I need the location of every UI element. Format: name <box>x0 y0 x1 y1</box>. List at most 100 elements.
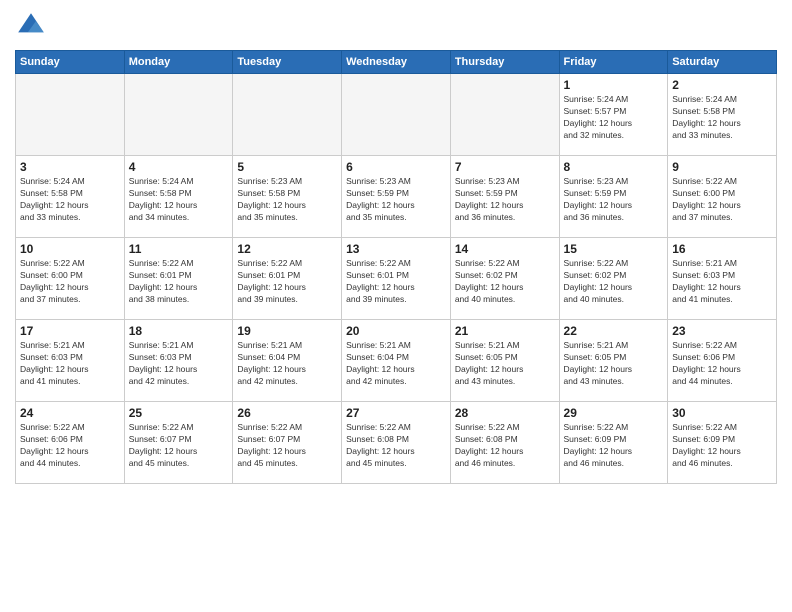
day-info: Sunrise: 5:22 AM Sunset: 6:07 PM Dayligh… <box>237 422 337 470</box>
day-number: 22 <box>564 324 664 338</box>
day-info: Sunrise: 5:22 AM Sunset: 6:09 PM Dayligh… <box>564 422 664 470</box>
logo <box>15 10 51 42</box>
day-number: 17 <box>20 324 120 338</box>
day-info: Sunrise: 5:22 AM Sunset: 6:01 PM Dayligh… <box>346 258 446 306</box>
day-info: Sunrise: 5:22 AM Sunset: 6:01 PM Dayligh… <box>129 258 229 306</box>
calendar-cell: 26 Sunrise: 5:22 AM Sunset: 6:07 PM Dayli… <box>233 402 342 484</box>
day-info: Sunrise: 5:23 AM Sunset: 5:58 PM Dayligh… <box>237 176 337 224</box>
day-info: Sunrise: 5:21 AM Sunset: 6:03 PM Dayligh… <box>672 258 772 306</box>
calendar-week-row: 17 Sunrise: 5:21 AM Sunset: 6:03 PM Dayli… <box>16 320 777 402</box>
calendar-cell: 22 Sunrise: 5:21 AM Sunset: 6:05 PM Dayli… <box>559 320 668 402</box>
calendar-header-row: SundayMondayTuesdayWednesdayThursdayFrid… <box>16 51 777 74</box>
day-info: Sunrise: 5:21 AM Sunset: 6:03 PM Dayligh… <box>20 340 120 388</box>
calendar-cell: 12 Sunrise: 5:22 AM Sunset: 6:01 PM Dayli… <box>233 238 342 320</box>
day-number: 1 <box>564 78 664 92</box>
day-number: 25 <box>129 406 229 420</box>
calendar-cell: 13 Sunrise: 5:22 AM Sunset: 6:01 PM Dayli… <box>342 238 451 320</box>
calendar-cell: 16 Sunrise: 5:21 AM Sunset: 6:03 PM Dayli… <box>668 238 777 320</box>
day-number: 20 <box>346 324 446 338</box>
day-number: 14 <box>455 242 555 256</box>
calendar-cell <box>450 74 559 156</box>
day-number: 10 <box>20 242 120 256</box>
col-header-monday: Monday <box>124 51 233 74</box>
day-number: 13 <box>346 242 446 256</box>
day-number: 15 <box>564 242 664 256</box>
day-info: Sunrise: 5:24 AM Sunset: 5:58 PM Dayligh… <box>672 94 772 142</box>
day-info: Sunrise: 5:21 AM Sunset: 6:04 PM Dayligh… <box>237 340 337 388</box>
day-number: 19 <box>237 324 337 338</box>
calendar-cell: 7 Sunrise: 5:23 AM Sunset: 5:59 PM Daylig… <box>450 156 559 238</box>
calendar-cell: 15 Sunrise: 5:22 AM Sunset: 6:02 PM Dayli… <box>559 238 668 320</box>
day-number: 27 <box>346 406 446 420</box>
header <box>15 10 777 42</box>
col-header-wednesday: Wednesday <box>342 51 451 74</box>
col-header-thursday: Thursday <box>450 51 559 74</box>
day-number: 18 <box>129 324 229 338</box>
logo-icon <box>15 10 47 42</box>
day-info: Sunrise: 5:23 AM Sunset: 5:59 PM Dayligh… <box>455 176 555 224</box>
calendar-cell: 24 Sunrise: 5:22 AM Sunset: 6:06 PM Dayli… <box>16 402 125 484</box>
day-number: 8 <box>564 160 664 174</box>
day-number: 12 <box>237 242 337 256</box>
day-info: Sunrise: 5:22 AM Sunset: 6:00 PM Dayligh… <box>672 176 772 224</box>
day-number: 4 <box>129 160 229 174</box>
day-info: Sunrise: 5:22 AM Sunset: 6:09 PM Dayligh… <box>672 422 772 470</box>
day-info: Sunrise: 5:22 AM Sunset: 6:01 PM Dayligh… <box>237 258 337 306</box>
day-number: 16 <box>672 242 772 256</box>
calendar-cell: 27 Sunrise: 5:22 AM Sunset: 6:08 PM Dayli… <box>342 402 451 484</box>
day-number: 11 <box>129 242 229 256</box>
day-number: 24 <box>20 406 120 420</box>
calendar-week-row: 10 Sunrise: 5:22 AM Sunset: 6:00 PM Dayli… <box>16 238 777 320</box>
calendar-cell <box>342 74 451 156</box>
day-info: Sunrise: 5:24 AM Sunset: 5:58 PM Dayligh… <box>129 176 229 224</box>
calendar-cell: 5 Sunrise: 5:23 AM Sunset: 5:58 PM Daylig… <box>233 156 342 238</box>
col-header-friday: Friday <box>559 51 668 74</box>
calendar-week-row: 3 Sunrise: 5:24 AM Sunset: 5:58 PM Daylig… <box>16 156 777 238</box>
calendar-cell: 10 Sunrise: 5:22 AM Sunset: 6:00 PM Dayli… <box>16 238 125 320</box>
calendar-cell: 23Sunrise: 5:22 AM Sunset: 6:06 PM Dayli… <box>668 320 777 402</box>
day-info: Sunrise: 5:22 AM Sunset: 6:08 PM Dayligh… <box>455 422 555 470</box>
day-info: Sunrise: 5:23 AM Sunset: 5:59 PM Dayligh… <box>346 176 446 224</box>
col-header-tuesday: Tuesday <box>233 51 342 74</box>
calendar-cell: 9 Sunrise: 5:22 AM Sunset: 6:00 PM Daylig… <box>668 156 777 238</box>
day-info: Sunrise: 5:24 AM Sunset: 5:57 PM Dayligh… <box>564 94 664 142</box>
col-header-saturday: Saturday <box>668 51 777 74</box>
calendar-cell: 21 Sunrise: 5:21 AM Sunset: 6:05 PM Dayli… <box>450 320 559 402</box>
col-header-sunday: Sunday <box>16 51 125 74</box>
day-number: 29 <box>564 406 664 420</box>
calendar-table: SundayMondayTuesdayWednesdayThursdayFrid… <box>15 50 777 484</box>
calendar-cell: 3Sunrise: 5:24 AM Sunset: 5:58 PM Daylig… <box>16 156 125 238</box>
day-number: 28 <box>455 406 555 420</box>
day-info: Sunrise: 5:22 AM Sunset: 6:02 PM Dayligh… <box>455 258 555 306</box>
day-info: Sunrise: 5:22 AM Sunset: 6:02 PM Dayligh… <box>564 258 664 306</box>
calendar-cell: 11 Sunrise: 5:22 AM Sunset: 6:01 PM Dayli… <box>124 238 233 320</box>
calendar-cell: 29 Sunrise: 5:22 AM Sunset: 6:09 PM Dayli… <box>559 402 668 484</box>
calendar-cell: 18Sunrise: 5:21 AM Sunset: 6:03 PM Dayli… <box>124 320 233 402</box>
day-info: Sunrise: 5:21 AM Sunset: 6:04 PM Dayligh… <box>346 340 446 388</box>
day-info: Sunrise: 5:22 AM Sunset: 6:07 PM Dayligh… <box>129 422 229 470</box>
day-info: Sunrise: 5:22 AM Sunset: 6:08 PM Dayligh… <box>346 422 446 470</box>
day-info: Sunrise: 5:22 AM Sunset: 6:00 PM Dayligh… <box>20 258 120 306</box>
day-number: 9 <box>672 160 772 174</box>
day-number: 7 <box>455 160 555 174</box>
day-info: Sunrise: 5:22 AM Sunset: 6:06 PM Dayligh… <box>20 422 120 470</box>
calendar-cell: 25 Sunrise: 5:22 AM Sunset: 6:07 PM Dayli… <box>124 402 233 484</box>
calendar-cell <box>16 74 125 156</box>
page: SundayMondayTuesdayWednesdayThursdayFrid… <box>0 0 792 612</box>
calendar-cell: 4 Sunrise: 5:24 AM Sunset: 5:58 PM Daylig… <box>124 156 233 238</box>
calendar-cell: 19 Sunrise: 5:21 AM Sunset: 6:04 PM Dayli… <box>233 320 342 402</box>
day-info: Sunrise: 5:21 AM Sunset: 6:05 PM Dayligh… <box>564 340 664 388</box>
day-number: 26 <box>237 406 337 420</box>
day-number: 3 <box>20 160 120 174</box>
day-info: Sunrise: 5:21 AM Sunset: 6:05 PM Dayligh… <box>455 340 555 388</box>
calendar-cell: 1 Sunrise: 5:24 AM Sunset: 5:57 PM Daylig… <box>559 74 668 156</box>
calendar-week-row: 24 Sunrise: 5:22 AM Sunset: 6:06 PM Dayli… <box>16 402 777 484</box>
day-number: 21 <box>455 324 555 338</box>
calendar-cell: 17 Sunrise: 5:21 AM Sunset: 6:03 PM Dayli… <box>16 320 125 402</box>
calendar-cell <box>233 74 342 156</box>
day-info: Sunrise: 5:23 AM Sunset: 5:59 PM Dayligh… <box>564 176 664 224</box>
calendar-cell: 8 Sunrise: 5:23 AM Sunset: 5:59 PM Daylig… <box>559 156 668 238</box>
calendar-cell: 20 Sunrise: 5:21 AM Sunset: 6:04 PM Dayli… <box>342 320 451 402</box>
day-number: 5 <box>237 160 337 174</box>
calendar-cell: 2Sunrise: 5:24 AM Sunset: 5:58 PM Daylig… <box>668 74 777 156</box>
